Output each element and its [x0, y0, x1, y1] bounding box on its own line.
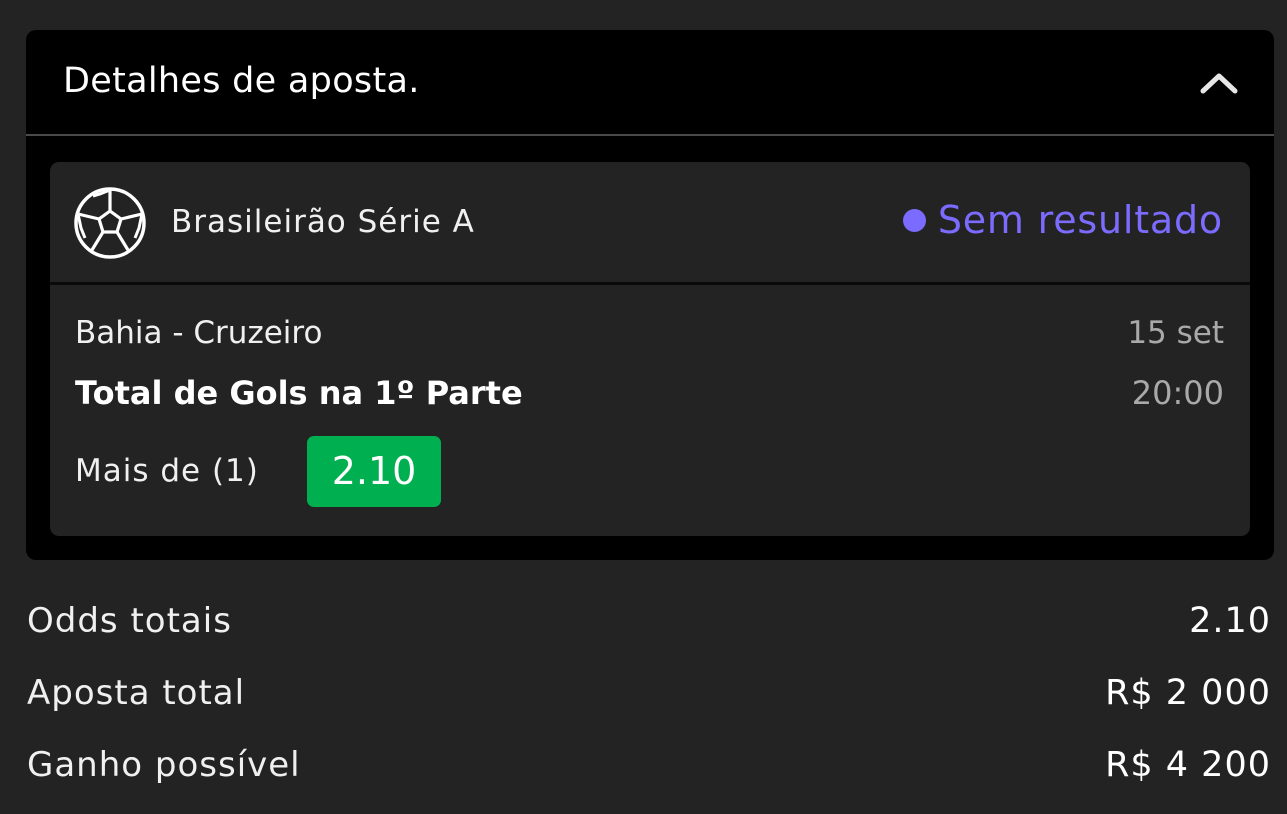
summary-row-potential-win: Ganho possível R$ 4 200 — [27, 729, 1271, 801]
panel-title: Detalhes de aposta. — [63, 61, 420, 101]
summary-row-total-odds: Odds totais 2.10 — [27, 585, 1271, 657]
collapse-button[interactable] — [1194, 58, 1244, 108]
status-text: Sem resultado — [937, 198, 1223, 242]
chevron-up-icon — [1200, 73, 1238, 94]
status-badge: Sem resultado — [902, 197, 1223, 243]
league-name: Brasileirão Série A — [171, 204, 475, 240]
panel-header[interactable]: Detalhes de aposta. — [26, 30, 1274, 136]
card-header: Brasileirão Série A Sem resultado — [50, 162, 1250, 285]
summary-label: Odds totais — [27, 601, 232, 641]
summary-value: R$ 4 200 — [1105, 745, 1271, 785]
summary-label: Ganho possível — [27, 745, 301, 785]
summary-label: Aposta total — [27, 673, 246, 713]
summary-value: 2.10 — [1189, 601, 1271, 641]
bet-summary: Odds totais 2.10 Aposta total R$ 2 000 G… — [27, 585, 1271, 801]
soccer-ball-icon — [74, 187, 146, 259]
summary-value: R$ 2 000 — [1105, 673, 1271, 713]
match-date: 15 set — [1127, 315, 1224, 351]
selection-name: Mais de (1) — [75, 453, 259, 489]
match-time: 20:00 — [1131, 374, 1224, 412]
card-body: Bahia - Cruzeiro 15 set Total de Gols na… — [50, 285, 1250, 536]
status-dot-icon — [902, 208, 926, 232]
market-name: Total de Gols na 1º Parte — [75, 374, 523, 412]
bet-details-page: Detalhes de aposta. Brasileirão Série A … — [0, 0, 1287, 814]
bet-selection-card: Brasileirão Série A Sem resultado Bahia … — [50, 162, 1250, 536]
odds-badge: 2.10 — [307, 436, 441, 507]
summary-row-total-stake: Aposta total R$ 2 000 — [27, 657, 1271, 729]
match-name: Bahia - Cruzeiro — [75, 315, 323, 351]
bet-details-panel: Detalhes de aposta. Brasileirão Série A … — [26, 30, 1274, 560]
